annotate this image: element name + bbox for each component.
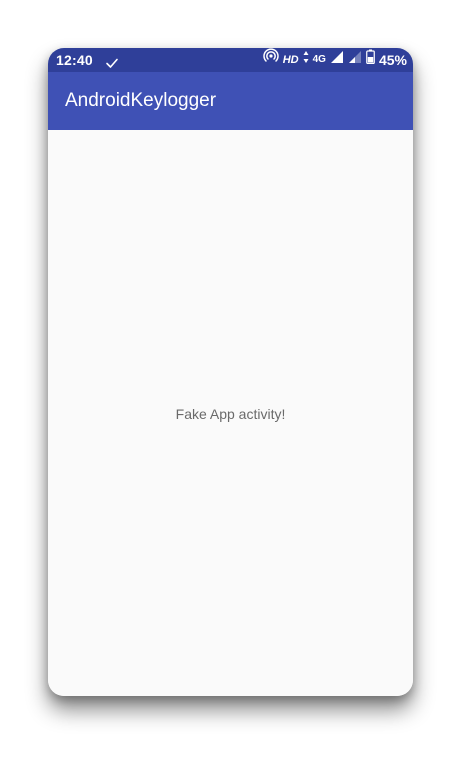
status-bar: 12:40 HD 4G 45%: [48, 48, 413, 72]
battery-icon: [366, 48, 375, 72]
app-bar: AndroidKeylogger: [48, 72, 413, 130]
activity-message: Fake App activity!: [175, 406, 286, 422]
status-left: 12:40: [56, 48, 119, 72]
app-title: AndroidKeylogger: [65, 90, 217, 111]
phone-screen: 12:40 HD 4G 45% AndroidKeylogger Fake Ap…: [48, 48, 413, 696]
status-right: HD 4G 45%: [263, 48, 407, 72]
battery-percent: 45%: [378, 52, 407, 68]
network-type-label: 4G: [312, 54, 326, 65]
signal-icon: [330, 48, 344, 72]
status-time: 12:40: [56, 52, 93, 68]
check-icon: [105, 53, 119, 68]
signal-weak-icon: [348, 48, 362, 72]
hd-label: HD: [282, 54, 299, 66]
main-content: Fake App activity!: [48, 130, 413, 696]
screenshot-stage: 12:40 HD 4G 45% AndroidKeylogger Fake Ap…: [0, 0, 474, 757]
hotspot-icon: [263, 48, 279, 72]
data-arrows-icon: [303, 48, 309, 72]
